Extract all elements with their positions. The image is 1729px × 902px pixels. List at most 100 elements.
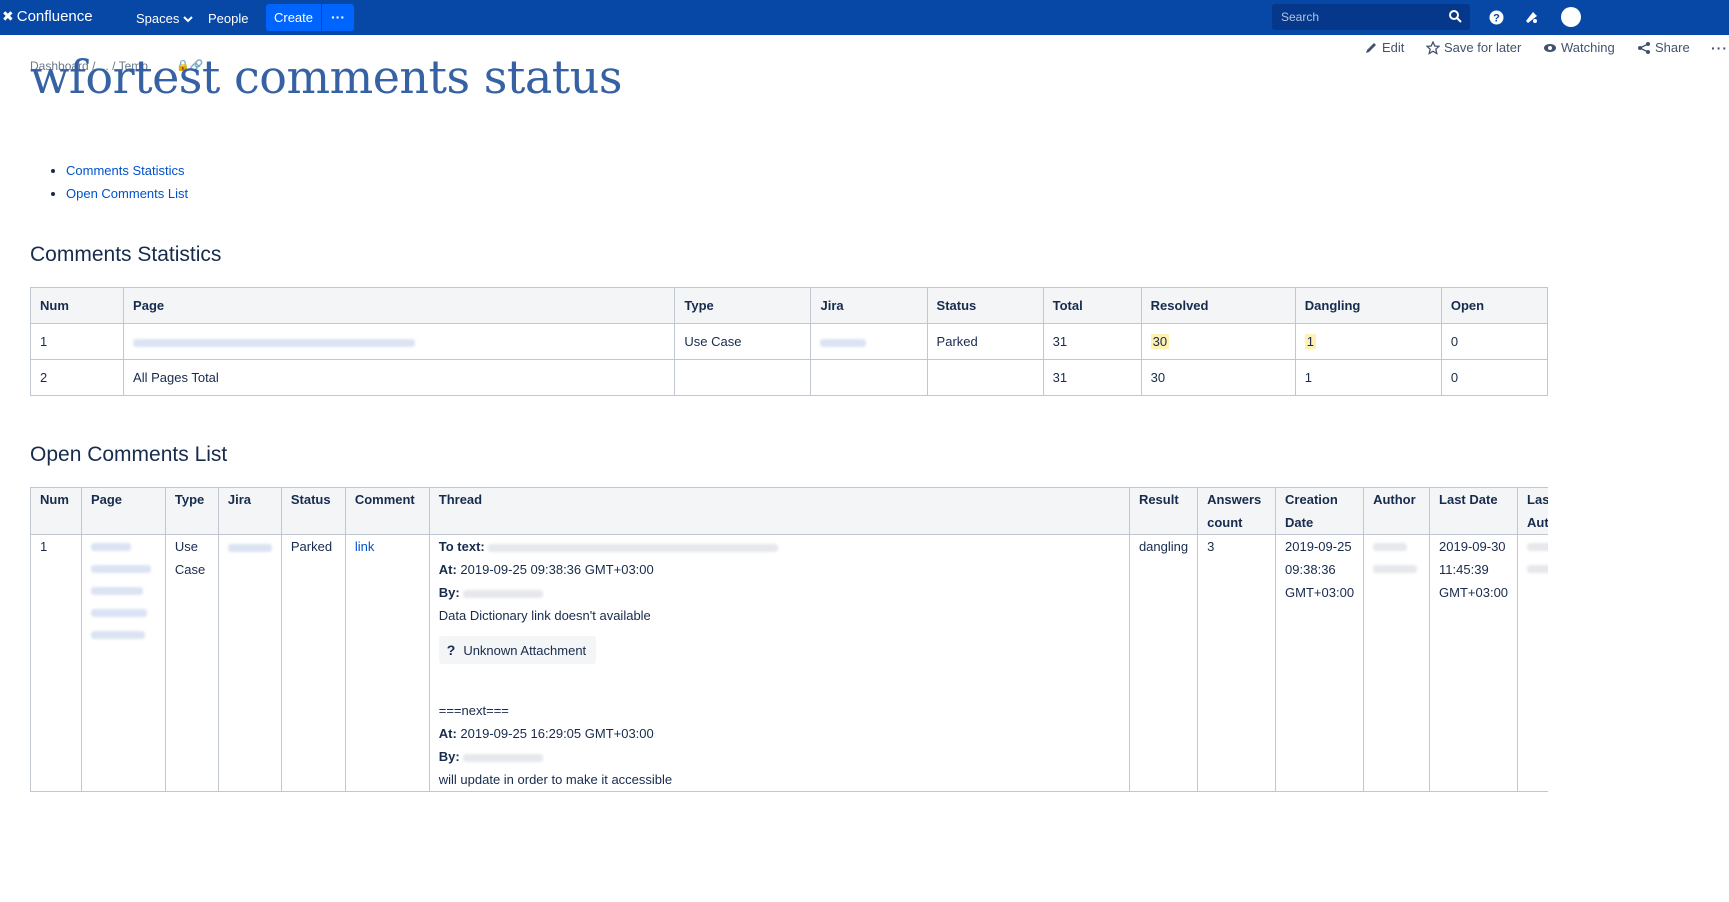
cell-open: 0 (1440, 323, 1549, 360)
watching-button[interactable]: Watching (1543, 40, 1615, 55)
confluence-logo[interactable]: ✖ Confluence (2, 8, 93, 25)
save-for-later-button[interactable]: Save for later (1426, 40, 1521, 55)
redacted-page-link[interactable] (90, 631, 145, 639)
column-header-open[interactable]: Open (1440, 287, 1549, 324)
search-placeholder: Search (1281, 10, 1320, 24)
column-header-jira[interactable]: Jira (217, 487, 282, 535)
cell-total: 31 (1042, 323, 1142, 360)
column-header-last-author[interactable]: Last Author (1517, 487, 1548, 535)
share-button[interactable]: Share (1637, 40, 1690, 55)
cell-type: Use Case (674, 323, 812, 360)
column-header-author[interactable]: Author (1363, 487, 1431, 535)
redacted-author (1373, 543, 1408, 551)
redacted-page-link[interactable] (133, 338, 416, 347)
thread-text: Data Dictionary link doesn't available (438, 608, 651, 623)
edit-label: Edit (1382, 40, 1405, 55)
comment-link[interactable]: link (355, 539, 375, 554)
svg-text:?: ? (1493, 13, 1500, 25)
nav-spaces[interactable]: Spaces (136, 11, 194, 26)
thread-at-value: 2019-09-25 09:38:36 GMT+03:00 (460, 562, 654, 577)
resolved-highlight: 30 (1150, 334, 1170, 349)
column-header-result[interactable]: Result (1128, 487, 1199, 535)
eye-icon (1544, 43, 1556, 52)
column-header-last-date[interactable]: Last Date (1429, 487, 1519, 535)
cell-dangling: 1 (1294, 323, 1442, 360)
comments-statistics-heading: Comments Statistics (30, 243, 222, 266)
table-header-row: Num Page Type Jira Status Comment Thread… (30, 487, 1548, 535)
edit-button[interactable]: Edit (1364, 40, 1404, 55)
cell-type (674, 359, 812, 396)
at-label: At: (438, 726, 457, 741)
open-comments-table: Num Page Type Jira Status Comment Thread… (30, 487, 1548, 792)
column-header-dangling[interactable]: Dangling (1294, 287, 1442, 324)
cell-resolved: 30 (1140, 323, 1296, 360)
cell-page-link[interactable] (80, 534, 166, 792)
column-header-num[interactable]: Num (30, 487, 82, 535)
column-header-answers-count[interactable]: Answers count (1197, 487, 1277, 535)
redacted-page-link[interactable] (90, 587, 143, 595)
cell-num: 1 (29, 323, 125, 360)
share-label: Share (1655, 40, 1690, 55)
cell-result: dangling (1128, 534, 1199, 792)
toc-link-open-comments-list[interactable]: Open Comments List (66, 186, 188, 201)
unknown-attachment[interactable]: ? Unknown Attachment (438, 636, 597, 664)
column-header-comment[interactable]: Comment (344, 487, 430, 535)
column-header-status[interactable]: Status (280, 487, 346, 535)
redacted-page-link[interactable] (90, 609, 147, 617)
cell-status: Parked (280, 534, 346, 792)
watching-label: Watching (1561, 40, 1615, 55)
search-input[interactable]: Search (1272, 4, 1470, 30)
table-row: 1 Use Case Parked link To text: At: 2019… (30, 534, 1548, 792)
attachment-label: Unknown Attachment (463, 642, 587, 658)
cell-status (926, 359, 1044, 396)
toc-link-comments-statistics[interactable]: Comments Statistics (66, 163, 184, 178)
column-header-type[interactable]: Type (164, 487, 219, 535)
column-header-page[interactable]: Page (80, 487, 166, 535)
thread-next-separator: ===next=== (438, 703, 509, 718)
column-header-page[interactable]: Page (123, 287, 676, 324)
column-header-num[interactable]: Num (29, 287, 125, 324)
avatar[interactable] (1561, 7, 1581, 27)
redacted-author (1527, 543, 1548, 551)
cell-jira-link[interactable] (217, 534, 282, 792)
more-actions-button[interactable]: ··· (1711, 40, 1728, 56)
cell-thread: To text: At: 2019-09-25 09:38:36 GMT+03:… (428, 534, 1130, 792)
column-header-status[interactable]: Status (926, 287, 1044, 324)
cell-resolved: 30 (1140, 359, 1296, 396)
star-icon (1426, 40, 1440, 55)
notifications-icon[interactable] (1523, 9, 1540, 26)
to-text-label: To text: (438, 539, 485, 554)
redacted-page-link[interactable] (90, 543, 131, 551)
comments-statistics-table: Num Page Type Jira Status Total Resolved… (29, 287, 1549, 396)
create-button[interactable]: Create (266, 4, 321, 31)
cell-jira-link[interactable] (810, 323, 928, 360)
cell-status: Parked (926, 323, 1044, 360)
cell-dangling: 1 (1294, 359, 1442, 396)
redacted-text (488, 543, 779, 552)
confluence-logo-icon: ✖ (2, 8, 14, 24)
table-of-contents: Comments Statistics Open Comments List (53, 163, 188, 209)
column-header-creation-date[interactable]: Creation Date (1275, 487, 1365, 535)
create-more-button[interactable]: ··· (322, 4, 354, 31)
redacted-jira-link[interactable] (820, 338, 867, 347)
at-label: At: (438, 562, 457, 577)
column-header-type[interactable]: Type (674, 287, 812, 324)
redacted-page-link[interactable] (90, 565, 151, 573)
redacted-jira-link[interactable] (227, 543, 272, 552)
table-header-row: Num Page Type Jira Status Total Resolved… (29, 287, 1549, 324)
by-label: By: (438, 749, 460, 764)
column-header-total[interactable]: Total (1042, 287, 1142, 324)
help-icon[interactable]: ? (1488, 9, 1505, 26)
column-header-resolved[interactable]: Resolved (1140, 287, 1296, 324)
redacted-author (1373, 565, 1418, 573)
cell-creation-date: 2019-09-25 09:38:36 GMT+03:00 (1275, 534, 1365, 792)
open-comments-table-scroll[interactable]: Num Page Type Jira Status Comment Thread… (30, 487, 1548, 902)
cell-page-link[interactable] (123, 323, 676, 360)
column-header-jira[interactable]: Jira (810, 287, 928, 324)
toc-item: Open Comments List (66, 186, 188, 209)
question-mark-icon: ? (446, 641, 456, 658)
toc-item: Comments Statistics (66, 163, 188, 186)
nav-people[interactable]: People (208, 11, 248, 26)
column-header-thread[interactable]: Thread (428, 487, 1130, 535)
dangling-highlight: 1 (1304, 334, 1316, 349)
